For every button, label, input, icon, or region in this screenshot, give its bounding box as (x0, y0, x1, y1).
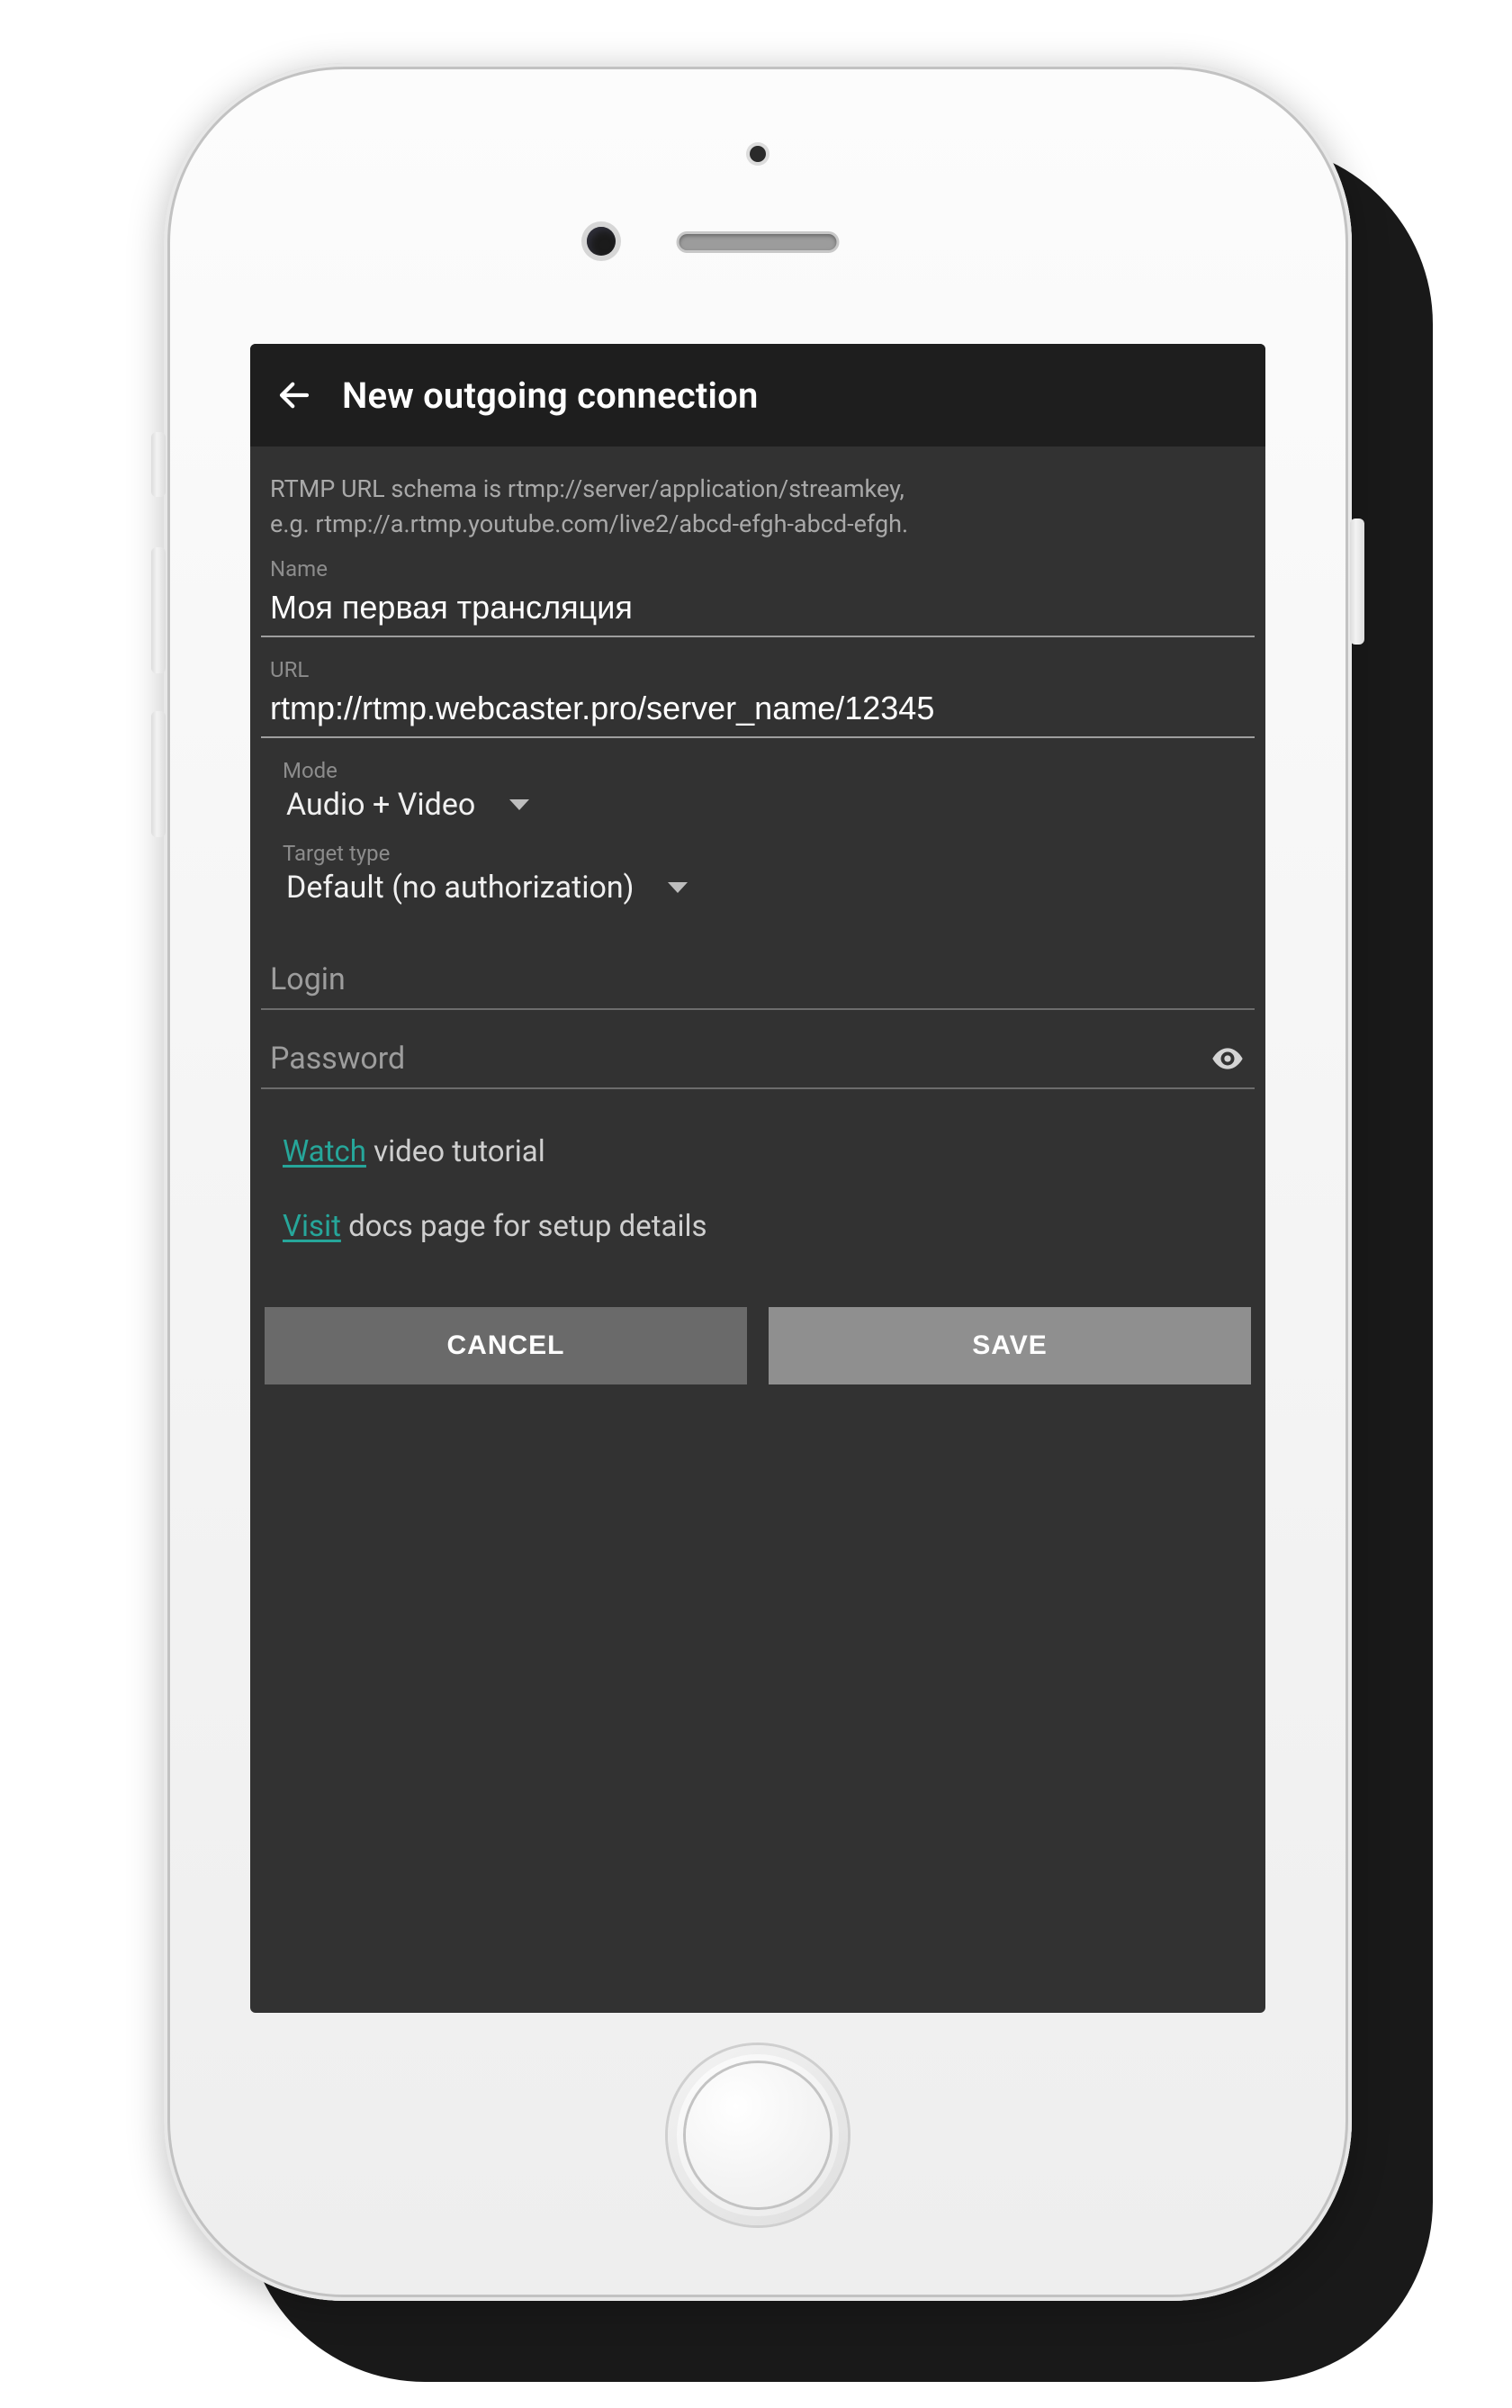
visit-docs-rest: docs page for setup details (341, 1209, 707, 1244)
cancel-button[interactable]: CANCEL (265, 1307, 747, 1384)
watch-tutorial-rest: video tutorial (366, 1134, 545, 1169)
home-button-inner (686, 2063, 830, 2207)
target-type-dropdown[interactable]: Default (no authorization) (256, 866, 1260, 913)
url-input[interactable] (261, 682, 1255, 738)
visit-docs-link[interactable]: Visit (283, 1209, 341, 1244)
appbar: New outgoing connection (250, 344, 1265, 446)
hw-power-button (1350, 519, 1364, 645)
target-type-label: Target type (256, 830, 1260, 866)
login-field[interactable]: Login (261, 954, 1255, 1010)
dropdown-caret-icon (668, 882, 688, 893)
rtmp-help-text: RTMP URL schema is rtmp://server/applica… (256, 464, 1260, 546)
rtmp-help-line1: RTMP URL schema is rtmp://server/applica… (270, 474, 904, 503)
target-type-value: Default (no authorization) (286, 870, 634, 906)
form-content: RTMP URL schema is rtmp://server/applica… (250, 446, 1265, 2013)
back-arrow-icon[interactable] (275, 376, 313, 414)
front-camera (587, 227, 616, 256)
top-camera-dot (750, 146, 766, 162)
phone-frame: New outgoing connection RTMP URL schema … (164, 63, 1352, 2301)
visibility-toggle-icon[interactable] (1210, 1041, 1246, 1077)
url-label: URL (256, 646, 1260, 682)
name-label: Name (256, 546, 1260, 582)
mode-dropdown[interactable]: Audio + Video (256, 783, 1260, 830)
mode-value: Audio + Video (286, 787, 475, 823)
hw-mute-switch (151, 432, 166, 497)
visit-docs-row: Visit docs page for setup details (283, 1209, 1233, 1244)
password-placeholder: Password (270, 1041, 1210, 1077)
action-button-row: CANCEL SAVE (256, 1307, 1260, 1384)
help-links: Watch video tutorial Visit docs page for… (256, 1089, 1260, 1307)
password-field[interactable]: Password (261, 1033, 1255, 1089)
earpiece-speaker (680, 234, 837, 250)
watch-tutorial-row: Watch video tutorial (283, 1134, 1233, 1169)
hw-volume-up (151, 547, 166, 673)
dropdown-caret-icon (509, 799, 529, 810)
save-button[interactable]: SAVE (769, 1307, 1251, 1384)
hw-volume-down (151, 711, 166, 837)
mode-label: Mode (256, 747, 1260, 783)
appbar-title: New outgoing connection (342, 374, 759, 417)
login-placeholder: Login (270, 961, 1246, 997)
name-input[interactable] (261, 582, 1255, 637)
app-screen: New outgoing connection RTMP URL schema … (250, 344, 1265, 2013)
home-button[interactable] (668, 2045, 848, 2225)
rtmp-help-line2: e.g. rtmp://a.rtmp.youtube.com/live2/abc… (270, 510, 908, 538)
watch-tutorial-link[interactable]: Watch (283, 1134, 366, 1169)
